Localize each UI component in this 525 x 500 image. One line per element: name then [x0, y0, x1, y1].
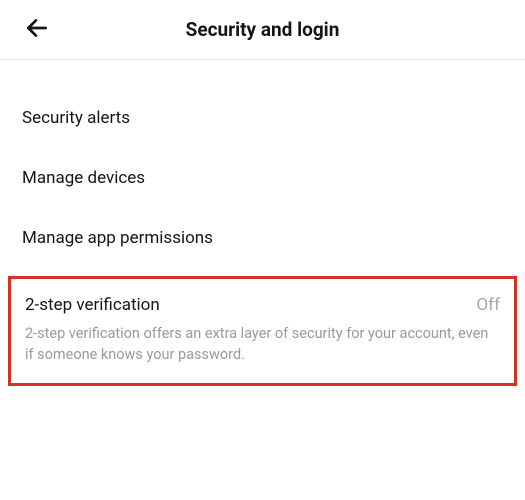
header: Security and login [0, 0, 525, 60]
page-title: Security and login [16, 18, 509, 41]
menu-item-manage-app-permissions[interactable]: Manage app permissions [0, 208, 525, 268]
menu-item-label: Manage devices [22, 168, 145, 188]
arrow-left-icon [24, 15, 50, 44]
two-step-description: 2-step verification offers an extra laye… [25, 323, 500, 365]
menu-item-label: Security alerts [22, 108, 130, 128]
two-step-status: Off [476, 295, 500, 315]
menu-item-label: Manage app permissions [22, 228, 213, 248]
menu-item-security-alerts[interactable]: Security alerts [0, 88, 525, 148]
menu-item-two-step-verification[interactable]: 2-step verification Off 2-step verificat… [8, 276, 517, 386]
two-step-row: 2-step verification Off [25, 295, 500, 315]
two-step-label: 2-step verification [25, 295, 160, 315]
settings-list: Security alerts Manage devices Manage ap… [0, 60, 525, 386]
menu-item-manage-devices[interactable]: Manage devices [0, 148, 525, 208]
back-button[interactable] [16, 7, 58, 52]
